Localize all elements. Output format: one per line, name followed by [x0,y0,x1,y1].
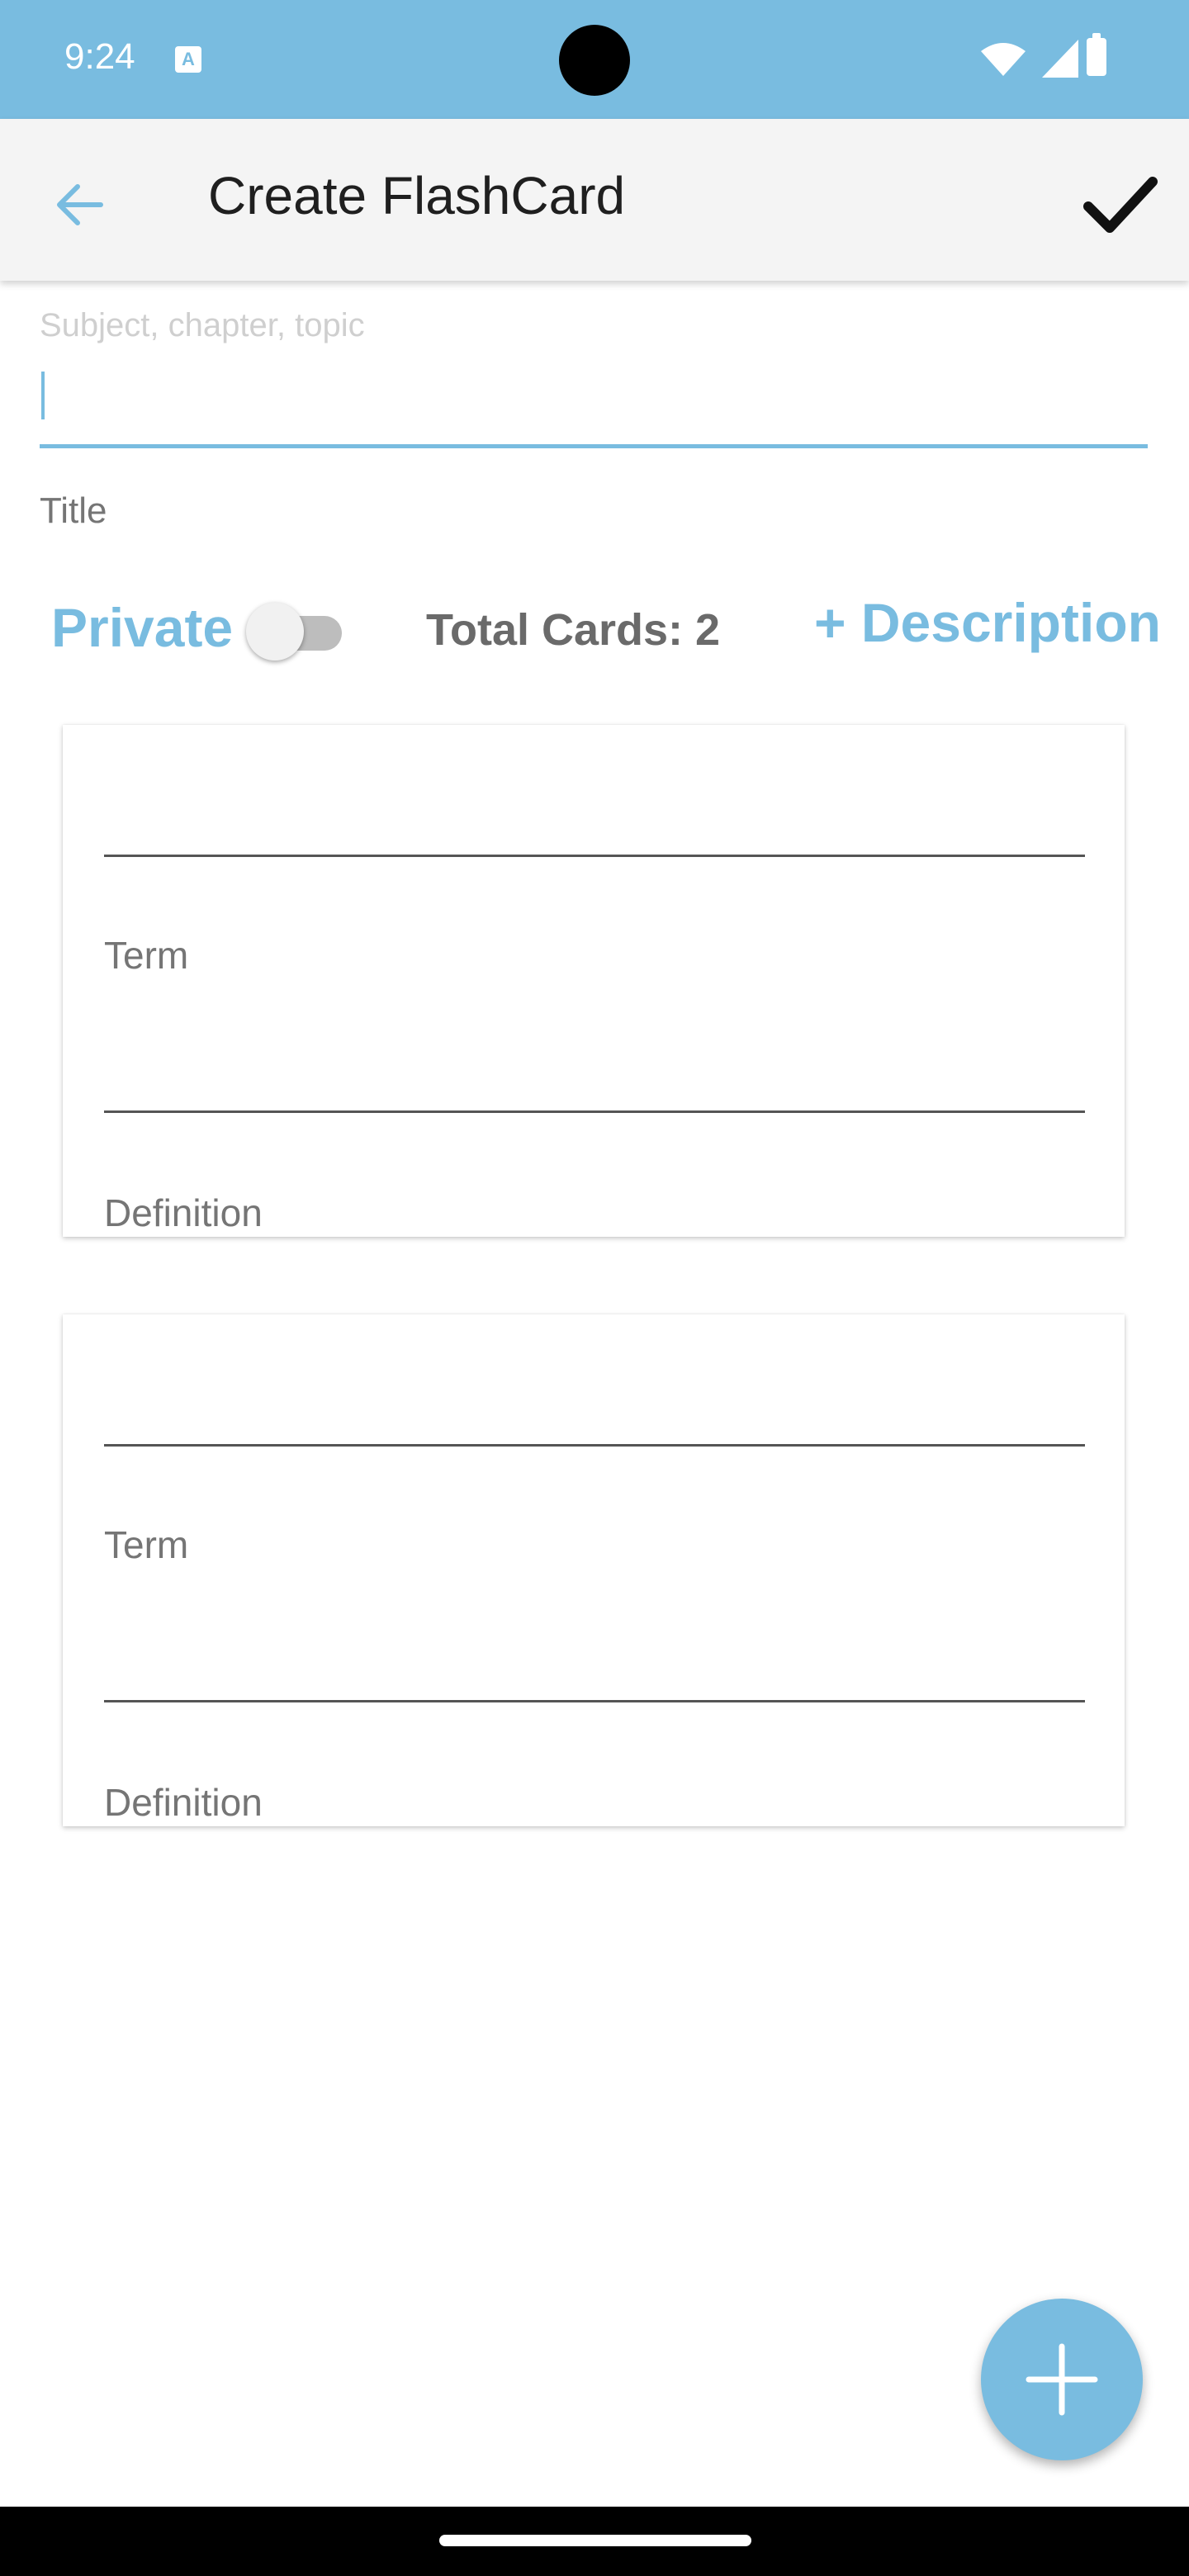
app-bar: Create FlashCard [0,119,1189,281]
definition-label: Definition [104,1781,263,1824]
back-button[interactable] [41,165,121,244]
navigation-bar [0,2507,1189,2576]
add-description-button[interactable]: + Description [814,591,1161,654]
a-keyboard-icon: A [175,46,201,73]
term-input[interactable] [104,1339,1085,1447]
total-cards-count: Total Cards: 2 [426,605,721,655]
definition-underline [104,1700,1085,1702]
flashcard-item: Term Definition [63,725,1125,1237]
term-label: Term [104,1523,189,1566]
text-cursor [41,372,45,419]
add-card-button[interactable] [981,2299,1143,2460]
definition-input[interactable] [104,1006,1085,1113]
status-time: 9:24 [64,36,135,77]
battery-icon [1087,33,1106,76]
flashcard-item: Term Definition [63,1314,1125,1826]
private-toggle[interactable] [246,603,348,661]
subject-underline [40,444,1148,448]
term-underline [104,855,1085,857]
definition-input[interactable] [104,1595,1085,1702]
term-underline [104,1444,1085,1447]
title-label: Title [40,490,107,531]
subject-input[interactable]: Subject, chapter, topic [40,307,1148,451]
signal-icon [1042,40,1078,78]
status-bar: 9:24 A [0,0,1189,119]
toggle-thumb [246,603,304,661]
checkmark-icon [1083,177,1158,233]
camera-cutout [559,25,630,96]
home-gesture-handle[interactable] [439,2535,751,2546]
arrow-left-icon [57,184,103,225]
term-input[interactable] [104,750,1085,857]
save-button[interactable] [1073,159,1164,249]
plus-icon [1026,2343,1098,2416]
term-label: Term [104,934,189,977]
subject-placeholder: Subject, chapter, topic [40,307,365,343]
definition-underline [104,1110,1085,1113]
private-label: Private [51,597,234,658]
definition-label: Definition [104,1191,263,1234]
wifi-icon [981,43,1026,76]
page-title: Create FlashCard [208,166,626,225]
